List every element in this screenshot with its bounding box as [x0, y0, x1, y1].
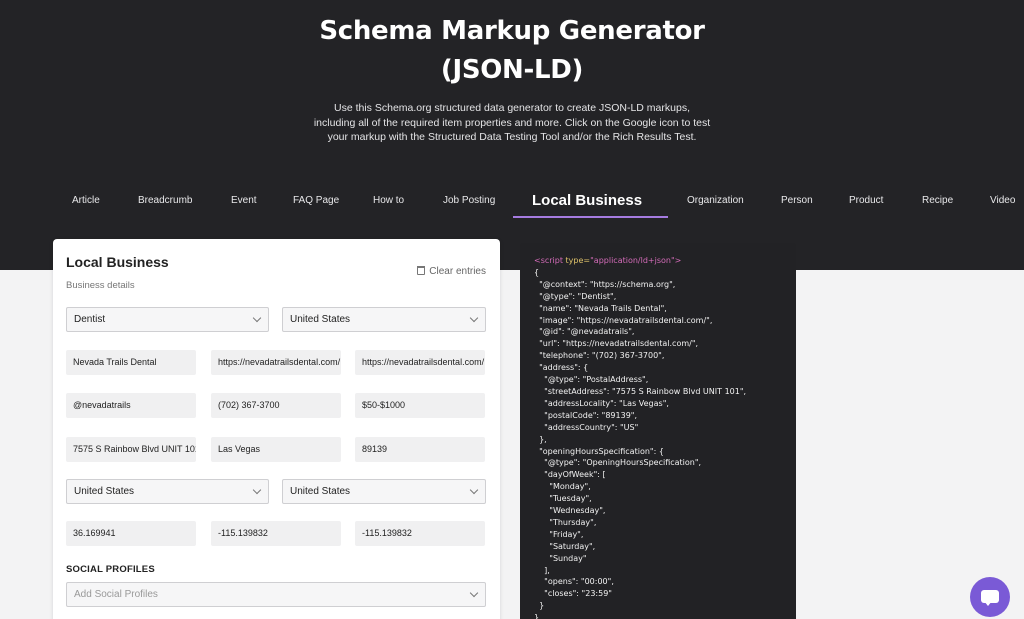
social-profiles-select[interactable]: Add Social Profiles — [66, 582, 486, 607]
code-type-value: "application/ld+json"> — [590, 256, 682, 265]
chevron-down-icon — [469, 313, 479, 323]
schema-type-tabs: Article Breadcrumb Event FAQ Page How to… — [0, 188, 1024, 218]
tab-person[interactable]: Person — [781, 188, 813, 218]
hero-header: Schema Markup Generator (JSON-LD) Use th… — [0, 0, 1024, 270]
telephone-field[interactable]: (702) 367-3700 — [211, 393, 341, 418]
local-business-form: Local Business Business details Clear en… — [53, 239, 500, 619]
code-script-tag: <script — [534, 256, 563, 265]
social-profiles-heading: SOCIAL PROFILES — [66, 564, 155, 575]
active-tab-indicator — [513, 216, 668, 218]
tab-video[interactable]: Video — [990, 188, 1015, 218]
trash-icon — [417, 266, 426, 275]
tab-local-business[interactable]: Local Business — [532, 188, 642, 218]
tab-organization[interactable]: Organization — [687, 188, 744, 218]
city-field[interactable]: Las Vegas — [211, 437, 341, 462]
chevron-down-icon — [252, 485, 262, 495]
social-profiles-placeholder: Add Social Profiles — [74, 589, 158, 600]
country-value: United States — [290, 314, 351, 325]
geo-extra-field[interactable]: -115.139832 — [355, 521, 485, 546]
business-type-value: Dentist — [74, 314, 106, 325]
longitude-field[interactable]: -115.139832 — [211, 521, 341, 546]
tab-breadcrumb[interactable]: Breadcrumb — [138, 188, 192, 218]
code-json-body: { "@context": "https://schema.org", "@ty… — [534, 267, 747, 619]
chat-icon-tail — [984, 601, 992, 606]
address-country-value: United States — [74, 486, 135, 497]
tab-faq-page[interactable]: FAQ Page — [293, 188, 339, 218]
clear-entries-label: Clear entries — [429, 266, 486, 277]
chevron-down-icon — [469, 588, 479, 598]
address-country-select[interactable]: United States — [66, 479, 269, 504]
chevron-down-icon — [469, 485, 479, 495]
business-type-select[interactable]: Dentist — [66, 307, 269, 332]
tab-product[interactable]: Product — [849, 188, 883, 218]
business-name-field[interactable]: Nevada Trails Dental — [66, 350, 196, 375]
street-address-field[interactable]: 7575 S Rainbow Blvd UNIT 101 — [66, 437, 196, 462]
code-block: <script type="application/ld+json"> { "@… — [534, 255, 746, 619]
clear-entries-button[interactable]: Clear entries — [417, 266, 486, 277]
price-range-field[interactable]: $50-$1000 — [355, 393, 485, 418]
id-field[interactable]: @nevadatrails — [66, 393, 196, 418]
region-value: United States — [290, 486, 351, 497]
chevron-down-icon — [252, 313, 262, 323]
country-select[interactable]: United States — [282, 307, 486, 332]
json-ld-output[interactable]: <script type="application/ld+json"> { "@… — [520, 243, 796, 619]
latitude-field[interactable]: 36.169941 — [66, 521, 196, 546]
region-select[interactable]: United States — [282, 479, 486, 504]
form-subtitle: Business details — [66, 280, 135, 291]
tab-how-to[interactable]: How to — [373, 188, 404, 218]
tab-job-posting[interactable]: Job Posting — [443, 188, 495, 218]
page-title: Schema Markup Generator — [319, 16, 705, 46]
image-url-field[interactable]: https://nevadatrailsdental.com/ — [211, 350, 341, 375]
chat-button[interactable] — [970, 577, 1010, 617]
page-description: Use this Schema.org structured data gene… — [313, 102, 711, 143]
code-type-attr: type= — [563, 256, 591, 265]
form-title: Local Business — [66, 254, 169, 270]
tab-article[interactable]: Article — [72, 188, 100, 218]
tab-event[interactable]: Event — [231, 188, 257, 218]
website-url-field[interactable]: https://nevadatrailsdental.com/ — [355, 350, 485, 375]
page-title-suffix: (JSON-LD) — [440, 55, 584, 85]
tab-recipe[interactable]: Recipe — [922, 188, 953, 218]
zip-code-field[interactable]: 89139 — [355, 437, 485, 462]
